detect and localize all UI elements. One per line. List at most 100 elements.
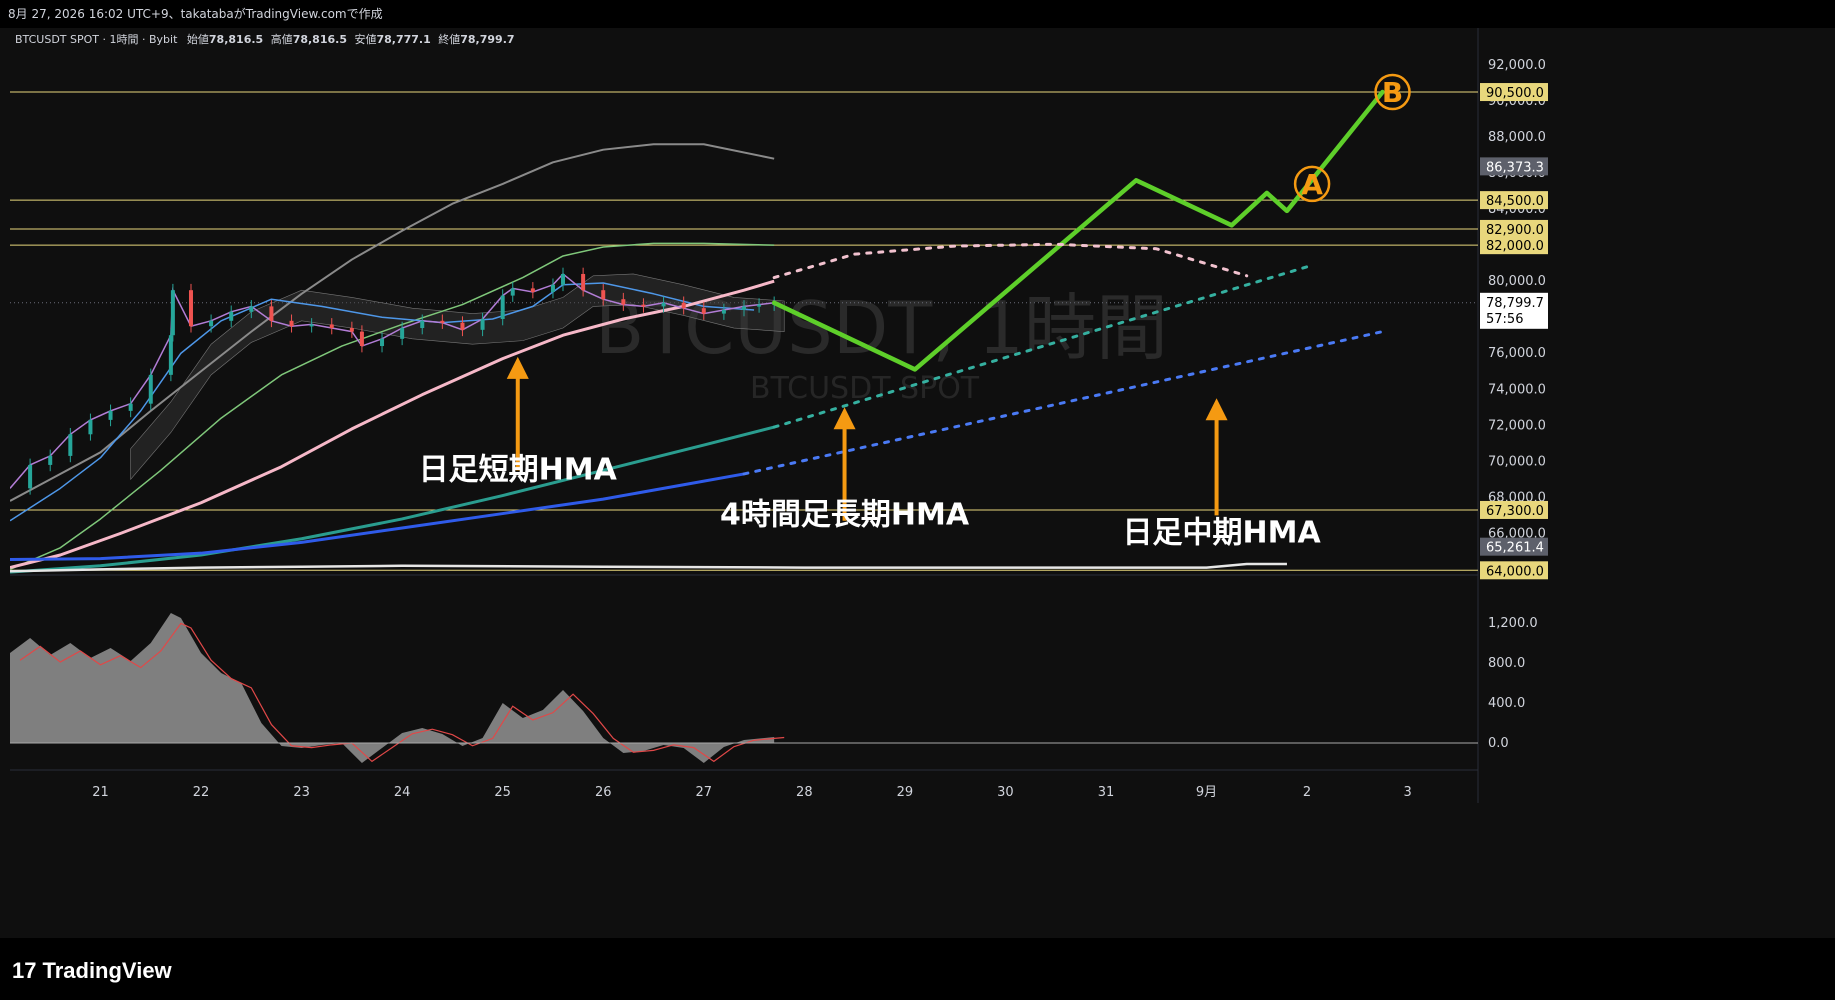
candle-body (249, 306, 254, 312)
candle-body (510, 288, 515, 296)
arrow-head-0 (506, 356, 529, 379)
tv-logo-icon: ⁡17 (12, 958, 37, 983)
x-tick-label: 31 (1098, 785, 1115, 800)
legend-symbol: BTCUSDT SPOT · 1時間 · Bybit (15, 33, 178, 46)
candle-body (309, 324, 314, 327)
candle-body (681, 302, 686, 309)
candle-body (48, 455, 53, 465)
y-tick-label: 70,000.0 (1488, 454, 1546, 469)
current-price-label: 78,799.7 (1486, 296, 1544, 311)
candle-body (661, 302, 666, 307)
x-tick-label: 27 (696, 785, 713, 800)
candle-body (128, 403, 133, 411)
candle-body (530, 288, 535, 292)
candle-body (500, 295, 505, 320)
marker-label-1: B (1382, 76, 1403, 109)
x-tick-label: 28 (796, 785, 813, 800)
annotation-label-2: 日足中期HMA (1123, 515, 1322, 550)
candle-body (269, 306, 274, 321)
candle-body (742, 306, 746, 311)
candle-body (561, 273, 566, 285)
candle-body (480, 319, 485, 330)
osc-tick-label: 400.0 (1488, 696, 1525, 711)
x-tick-label: 23 (293, 785, 310, 800)
legend-close: 78,799.7 (460, 33, 514, 46)
arrow-head-2 (1205, 398, 1228, 421)
level-badge-label-0: 90,500.0 (1486, 86, 1544, 101)
candle-body (757, 304, 762, 307)
footer-bar (0, 938, 1835, 1000)
osc-tick-label: 0.0 (1488, 736, 1509, 751)
arrow-head-1 (833, 407, 856, 430)
legend-high: 78,816.5 (293, 33, 347, 46)
tradingview-logo[interactable]: ⁡17 TradingView (12, 958, 172, 984)
legend-open: 78,816.5 (209, 33, 263, 46)
candle-body (701, 308, 706, 314)
level-badge-label-2: 82,900.0 (1486, 223, 1544, 238)
series-line-5 (9, 472, 745, 561)
candle-body (581, 273, 586, 291)
current-price-countdown: 57:56 (1486, 312, 1523, 327)
chart-area[interactable]: BTCUSDT, 1時間 BTCUSDT SPOT 日足短期HMA 4時間足長期H… (9, 28, 1732, 938)
x-tick-label: 24 (394, 785, 411, 800)
legend-close-label: 終値 (438, 32, 460, 46)
x-tick-label: 29 (897, 785, 914, 800)
x-tick-label: 30 (997, 785, 1014, 800)
candle-body (329, 324, 334, 329)
legend-low-label: 安値 (354, 32, 376, 46)
marker-label-0: A (1301, 168, 1323, 201)
candle-body (209, 320, 214, 327)
candle-body (28, 464, 33, 489)
price-badge-label-0: 86,373.3 (1486, 160, 1544, 175)
legend-low: 78,777.1 (376, 33, 430, 46)
x-tick-label: 25 (494, 785, 511, 800)
chart-info-text: 8月 27, 2026 16:02 UTC+9、takatabaがTrading… (8, 7, 383, 21)
annotation-label-0: 日足短期HMA (419, 452, 618, 487)
candle-body (721, 310, 726, 314)
candle-body (440, 320, 445, 323)
candle-body (289, 320, 294, 327)
osc-tick-label: 1,200.0 (1488, 616, 1538, 631)
oscillator-area (10, 613, 775, 763)
y-tick-label: 76,000.0 (1488, 346, 1546, 361)
candle-body (349, 328, 354, 332)
annotation-label-1: 4時間足長期HMA (720, 497, 970, 532)
legend-high-label: 高値 (271, 32, 293, 46)
candle-body (148, 374, 153, 404)
candle-body (601, 290, 606, 300)
x-tick-label: 2 (1303, 785, 1311, 800)
level-badge-label-5: 64,000.0 (1486, 564, 1544, 579)
candle-body (420, 320, 425, 329)
price-chart[interactable]: BTCUSDT, 1時間 BTCUSDT SPOT 日足短期HMA4時間足長期H… (9, 28, 1732, 938)
ohlc-legend: BTCUSDT SPOT · 1時間 · Bybit 始値78,816.5 高値… (15, 32, 515, 46)
level-badge-label-1: 84,500.0 (1486, 194, 1544, 209)
svg-text:BTCUSDT SPOT · 1時間 · Bybit: BTCUSDT SPOT · 1時間 · Bybit 始値78,816.5 高値… (15, 32, 515, 46)
candle-body (108, 410, 113, 420)
y-tick-label: 74,000.0 (1488, 382, 1546, 397)
x-tick-label: 21 (92, 785, 109, 800)
candle-body (229, 311, 234, 321)
candle-body (168, 335, 173, 375)
candle-body (188, 290, 193, 327)
x-tick-label: 22 (193, 785, 210, 800)
level-badge-label-3: 82,000.0 (1486, 239, 1544, 254)
candle-body (621, 299, 626, 305)
watermark-sub: BTCUSDT SPOT (750, 371, 980, 406)
y-tick-label: 88,000.0 (1488, 130, 1546, 145)
candle-body (380, 338, 385, 347)
legend-open-label: 始値 (187, 32, 209, 46)
projection-line-1 (772, 242, 1249, 280)
y-tick-label: 72,000.0 (1488, 418, 1546, 433)
osc-tick-label: 800.0 (1488, 656, 1525, 671)
x-tick-label: 9月 (1196, 785, 1217, 800)
chart-info-bar: 8月 27, 2026 16:02 UTC+9、takatabaがTrading… (0, 0, 1835, 28)
y-tick-label: 80,000.0 (1488, 274, 1546, 289)
x-tick-label: 26 (595, 785, 612, 800)
candle-body (88, 419, 93, 435)
price-badge-label-1: 65,261.4 (1486, 541, 1544, 556)
x-tick-label: 3 (1403, 785, 1411, 800)
candle-body (641, 304, 646, 307)
candle-body (359, 331, 364, 347)
candle-body (460, 322, 465, 330)
candle-body (170, 290, 175, 336)
